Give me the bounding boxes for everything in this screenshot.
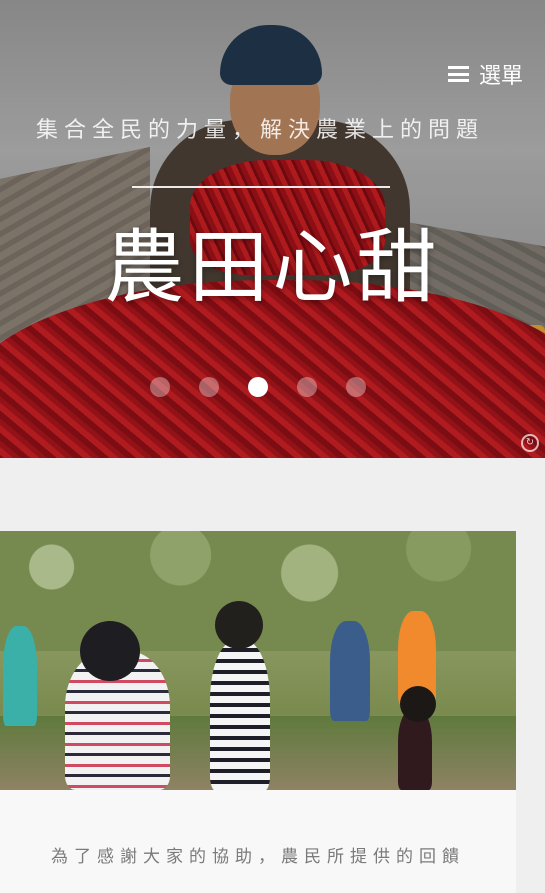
carousel-dot[interactable] xyxy=(150,377,170,397)
refresh-icon[interactable]: ↻ xyxy=(521,434,539,452)
feature-photo xyxy=(0,531,516,790)
carousel-dots xyxy=(150,377,366,397)
carousel-dot[interactable] xyxy=(346,377,366,397)
photo-person xyxy=(330,621,370,721)
photo-child-head xyxy=(400,686,436,722)
feature-card[interactable]: 為了感謝大家的協助，農民所提供的回饋 xyxy=(0,531,516,893)
photo-child-striped xyxy=(210,641,270,790)
hamburger-icon xyxy=(447,66,469,82)
hero-subtitle: 集合全民的力量，解決農業上的問題 xyxy=(35,118,484,143)
hero-banner: 選單 集合全民的力量，解決農業上的問題 農田心甜 ↻ xyxy=(0,0,545,458)
photo-person xyxy=(3,626,37,726)
feature-caption: 為了感謝大家的協助，農民所提供的回饋 xyxy=(51,847,465,867)
carousel-dot-active[interactable] xyxy=(248,377,268,397)
photo-child-head xyxy=(80,621,140,681)
menu-label: 選單 xyxy=(478,64,523,89)
carousel-dot[interactable] xyxy=(297,377,317,397)
menu-button[interactable]: 選單 xyxy=(447,58,523,90)
carousel-dot[interactable] xyxy=(199,377,219,397)
photo-child-head xyxy=(215,601,263,649)
hero-title: 農田心甜 xyxy=(104,221,441,314)
hero-divider xyxy=(132,186,390,188)
